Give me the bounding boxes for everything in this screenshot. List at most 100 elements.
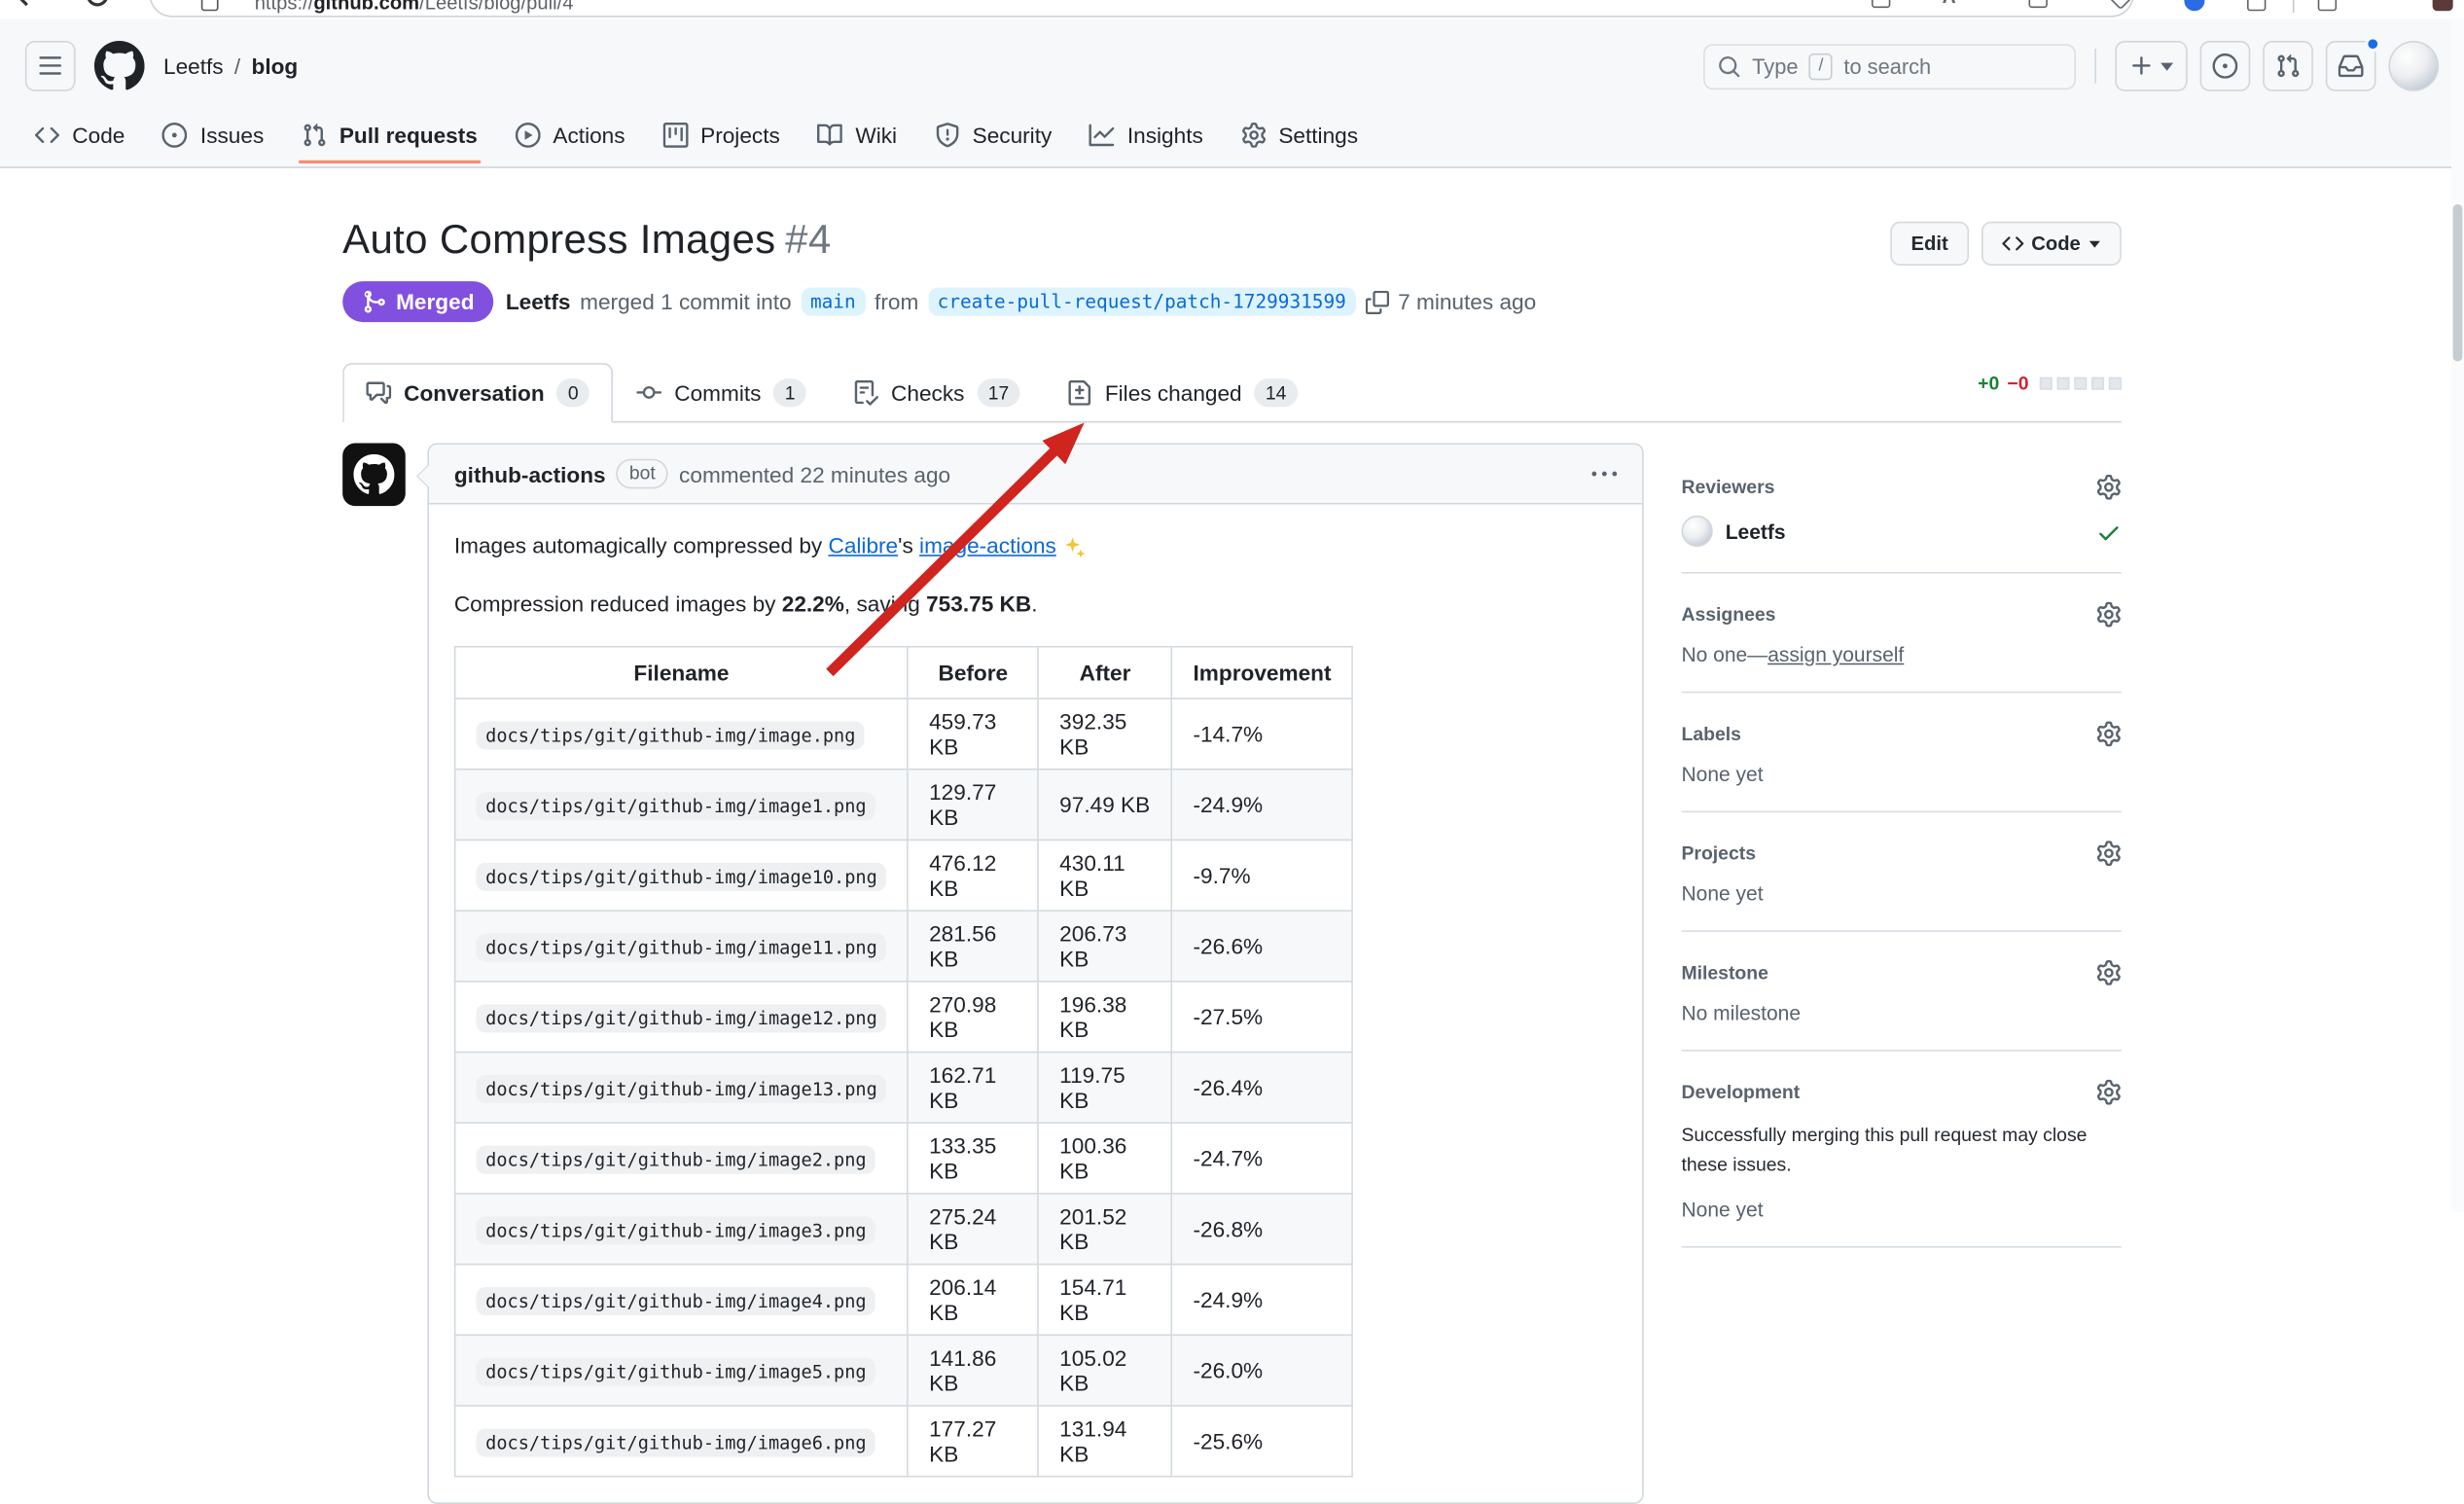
tab-checks[interactable]: Checks 17 [830,363,1044,422]
pr-number: #4 [785,215,831,262]
table-row: docs/tips/git/github-img/image11.png281.… [455,911,1353,982]
development-title: Development [1681,1081,1800,1103]
collections-icon[interactable] [2318,0,2337,11]
comment-line-2: Compression reduced images by 22.2%, sav… [454,588,1617,621]
comment-meta[interactable]: commented 22 minutes ago [679,461,950,486]
pr-tab-bar: Conversation 0 Commits 1 Checks 17 Files… [342,360,2122,423]
browser-reload-icon[interactable] [87,0,109,6]
browser-profile-icon[interactable] [2433,0,2453,11]
nav-tab-code[interactable]: Code [18,113,140,163]
nav-tab-projects[interactable]: Projects [647,113,796,163]
nav-tab-label: Security [973,123,1053,148]
pr-header-actions: Edit Code [1891,215,2122,266]
base-branch-label[interactable]: main [801,288,865,316]
sidebar-section-assignees: Assignees No one—assign yourself [1681,574,2121,694]
gear-icon[interactable] [2096,1080,2122,1105]
breadcrumb-separator: / [234,54,240,79]
breadcrumb-owner[interactable]: Leetfs [163,54,224,79]
reviewer-name[interactable]: Leetfs [1726,519,1786,543]
merge-author[interactable]: Leetfs [506,289,571,314]
header-divider [2094,49,2096,84]
nav-tab-wiki[interactable]: Wiki [802,113,912,163]
nav-tab-settings[interactable]: Settings [1225,113,1374,163]
nav-tab-pull-requests[interactable]: Pull requests [286,113,493,163]
pr-header: Auto Compress Images#4 Edit Code [342,168,2122,266]
bot-comment: github-actions bot commented 22 minutes … [342,444,1644,1504]
head-branch-label[interactable]: create-pull-request/patch-1729931599 [928,288,1356,316]
extensions-puzzle-icon[interactable] [2247,0,2266,11]
calibre-link[interactable]: Calibre [828,533,898,558]
comment-discussion-icon [366,380,391,406]
milestone-empty: No milestone [1681,1001,2121,1024]
translate-icon[interactable]: A [1943,0,1956,8]
nav-tab-insights[interactable]: Insights [1074,113,1219,163]
tab-label: Commits [674,380,761,406]
comment-author[interactable]: github-actions [454,461,606,486]
code-dropdown-button[interactable]: Code [1982,222,2122,266]
conversation-count: 0 [557,378,589,407]
filename-code: docs/tips/git/github-img/image.png [476,721,865,749]
browser-address-bar[interactable]: https://github.com/Leetfs/blog/pull/4 A [149,0,2133,18]
user-avatar[interactable] [2388,41,2439,91]
gear-icon[interactable] [2096,602,2122,627]
github-logo[interactable] [94,41,145,91]
bot-badge: bot [617,459,668,489]
page-scrollbar[interactable] [2451,18,2464,1211]
milestone-title: Milestone [1681,962,1768,985]
table-row: docs/tips/git/github-img/image13.png162.… [455,1053,1353,1124]
reviewer-avatar[interactable] [1681,516,1712,547]
chevron-down-icon [2160,62,2173,70]
labels-empty: None yet [1681,762,2121,785]
tab-commits[interactable]: Commits 1 [613,363,830,422]
conversation-timeline: github-actions bot commented 22 minutes … [342,444,1644,1504]
github-actions-avatar[interactable] [342,444,406,507]
gear-icon[interactable] [2096,721,2122,746]
search-slash-key-hint: / [1809,53,1833,79]
comment-box: github-actions bot commented 22 minutes … [427,444,1643,1504]
gear-icon[interactable] [2096,841,2122,866]
filename-code: docs/tips/git/github-img/image12.png [476,1004,886,1032]
favorite-icon[interactable] [2108,0,2132,10]
create-new-button[interactable] [2115,41,2187,91]
nav-tab-actions[interactable]: Actions [499,113,640,163]
project-icon [662,123,688,148]
tab-conversation[interactable]: Conversation 0 [342,363,613,422]
octocat-icon [353,454,394,495]
search-input[interactable]: Type / to search [1703,43,2076,89]
review-approved-check-icon [2096,518,2122,545]
assign-yourself-link[interactable]: assign yourself [1768,643,1904,666]
scrollbar-thumb[interactable] [2453,204,2463,362]
tracking-shield-icon[interactable] [2028,0,2047,8]
image-actions-link[interactable]: image-actions [919,533,1056,558]
file-diff-icon [1067,380,1092,406]
issues-button[interactable] [2200,41,2251,91]
pr-title: Auto Compress Images#4 [342,215,831,264]
diffstat-block [2091,377,2104,390]
hamburger-menu-button[interactable] [25,41,76,91]
pull-requests-button[interactable] [2263,41,2313,91]
breadcrumb-repo[interactable]: blog [252,54,299,79]
edit-button[interactable]: Edit [1891,222,1969,266]
nav-tab-security[interactable]: Security [919,113,1068,163]
gear-icon[interactable] [2096,960,2122,985]
browser-back-icon[interactable] [16,0,36,6]
tab-label: Files changed [1105,380,1242,406]
copy-branch-icon[interactable] [1365,290,1388,313]
reader-view-icon[interactable] [1872,0,1890,8]
gear-icon[interactable] [2096,475,2122,500]
reviewers-title: Reviewers [1681,476,1774,498]
browser-chrome: https://github.com/Leetfs/blog/pull/4 A [0,0,2464,18]
repo-nav: Code Issues Pull requests Actions Projec… [0,113,2464,168]
inbox-icon [2339,54,2364,79]
nav-tab-issues[interactable]: Issues [147,113,279,163]
unread-notification-dot [2365,36,2380,52]
nav-tab-label: Pull requests [339,123,478,148]
nav-tab-label: Projects [700,123,780,148]
comment-line-1: Images automagically compressed by Calib… [454,529,1617,562]
tab-files-changed[interactable]: Files changed 14 [1044,363,1321,422]
kebab-menu-icon[interactable] [1591,461,1617,486]
browser-extension-blue-icon[interactable] [2184,0,2204,11]
code-icon [35,123,60,148]
filename-code: docs/tips/git/github-img/image1.png [476,792,875,820]
git-pull-request-icon [302,123,327,148]
